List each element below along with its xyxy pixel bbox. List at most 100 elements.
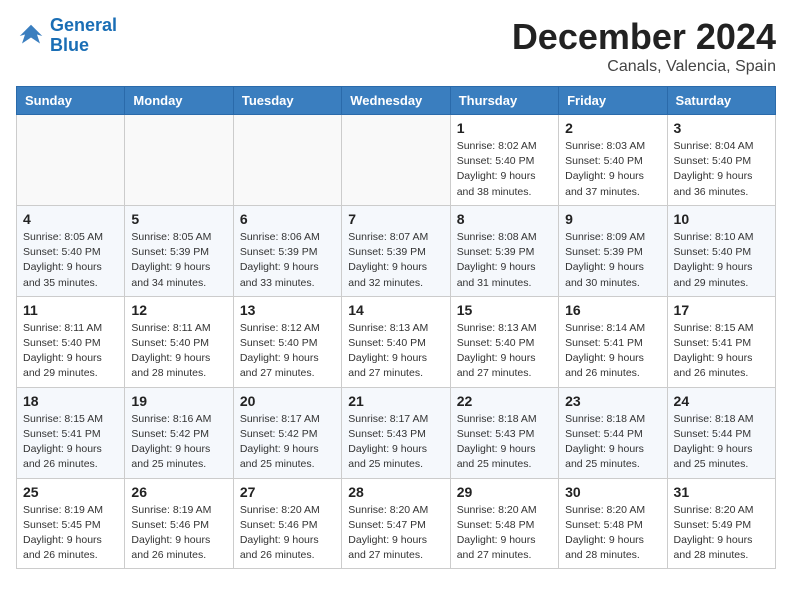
day-number: 27: [240, 484, 335, 500]
title-block: December 2024 Canals, Valencia, Spain: [512, 16, 776, 76]
day-cell-21: 21 Sunrise: 8:17 AM Sunset: 5:43 PM Dayl…: [342, 387, 450, 478]
day-number: 4: [23, 211, 118, 227]
header-wednesday: Wednesday: [342, 87, 450, 115]
day-info: Sunrise: 8:11 AM Sunset: 5:40 PM Dayligh…: [23, 321, 118, 382]
day-info: Sunrise: 8:10 AM Sunset: 5:40 PM Dayligh…: [674, 230, 769, 291]
day-cell-29: 29 Sunrise: 8:20 AM Sunset: 5:48 PM Dayl…: [450, 478, 558, 569]
month-title: December 2024: [512, 16, 776, 58]
day-cell-30: 30 Sunrise: 8:20 AM Sunset: 5:48 PM Dayl…: [559, 478, 667, 569]
day-info: Sunrise: 8:20 AM Sunset: 5:49 PM Dayligh…: [674, 503, 769, 564]
day-cell-20: 20 Sunrise: 8:17 AM Sunset: 5:42 PM Dayl…: [233, 387, 341, 478]
day-info: Sunrise: 8:11 AM Sunset: 5:40 PM Dayligh…: [131, 321, 226, 382]
day-cell-18: 18 Sunrise: 8:15 AM Sunset: 5:41 PM Dayl…: [17, 387, 125, 478]
day-cell-7: 7 Sunrise: 8:07 AM Sunset: 5:39 PM Dayli…: [342, 205, 450, 296]
day-number: 13: [240, 302, 335, 318]
day-cell-12: 12 Sunrise: 8:11 AM Sunset: 5:40 PM Dayl…: [125, 296, 233, 387]
day-info: Sunrise: 8:20 AM Sunset: 5:48 PM Dayligh…: [565, 503, 660, 564]
day-info: Sunrise: 8:18 AM Sunset: 5:43 PM Dayligh…: [457, 412, 552, 473]
day-info: Sunrise: 8:03 AM Sunset: 5:40 PM Dayligh…: [565, 139, 660, 200]
day-info: Sunrise: 8:18 AM Sunset: 5:44 PM Dayligh…: [565, 412, 660, 473]
day-info: Sunrise: 8:15 AM Sunset: 5:41 PM Dayligh…: [23, 412, 118, 473]
day-number: 25: [23, 484, 118, 500]
day-cell-26: 26 Sunrise: 8:19 AM Sunset: 5:46 PM Dayl…: [125, 478, 233, 569]
day-info: Sunrise: 8:17 AM Sunset: 5:42 PM Dayligh…: [240, 412, 335, 473]
day-cell-3: 3 Sunrise: 8:04 AM Sunset: 5:40 PM Dayli…: [667, 115, 775, 206]
day-cell-17: 17 Sunrise: 8:15 AM Sunset: 5:41 PM Dayl…: [667, 296, 775, 387]
day-cell-25: 25 Sunrise: 8:19 AM Sunset: 5:45 PM Dayl…: [17, 478, 125, 569]
empty-cell: [17, 115, 125, 206]
day-number: 8: [457, 211, 552, 227]
day-cell-2: 2 Sunrise: 8:03 AM Sunset: 5:40 PM Dayli…: [559, 115, 667, 206]
calendar-week-row: 11 Sunrise: 8:11 AM Sunset: 5:40 PM Dayl…: [17, 296, 776, 387]
day-info: Sunrise: 8:06 AM Sunset: 5:39 PM Dayligh…: [240, 230, 335, 291]
day-cell-11: 11 Sunrise: 8:11 AM Sunset: 5:40 PM Dayl…: [17, 296, 125, 387]
empty-cell: [125, 115, 233, 206]
logo-text: General Blue: [50, 16, 117, 56]
day-number: 15: [457, 302, 552, 318]
day-number: 14: [348, 302, 443, 318]
day-number: 30: [565, 484, 660, 500]
page-header: General Blue December 2024 Canals, Valen…: [16, 16, 776, 76]
day-cell-14: 14 Sunrise: 8:13 AM Sunset: 5:40 PM Dayl…: [342, 296, 450, 387]
day-cell-22: 22 Sunrise: 8:18 AM Sunset: 5:43 PM Dayl…: [450, 387, 558, 478]
day-number: 11: [23, 302, 118, 318]
day-info: Sunrise: 8:16 AM Sunset: 5:42 PM Dayligh…: [131, 412, 226, 473]
day-number: 9: [565, 211, 660, 227]
day-info: Sunrise: 8:12 AM Sunset: 5:40 PM Dayligh…: [240, 321, 335, 382]
day-info: Sunrise: 8:07 AM Sunset: 5:39 PM Dayligh…: [348, 230, 443, 291]
empty-cell: [342, 115, 450, 206]
day-number: 3: [674, 120, 769, 136]
day-info: Sunrise: 8:04 AM Sunset: 5:40 PM Dayligh…: [674, 139, 769, 200]
day-number: 31: [674, 484, 769, 500]
day-cell-27: 27 Sunrise: 8:20 AM Sunset: 5:46 PM Dayl…: [233, 478, 341, 569]
empty-cell: [233, 115, 341, 206]
day-info: Sunrise: 8:19 AM Sunset: 5:45 PM Dayligh…: [23, 503, 118, 564]
day-number: 16: [565, 302, 660, 318]
day-info: Sunrise: 8:20 AM Sunset: 5:46 PM Dayligh…: [240, 503, 335, 564]
calendar-header-row: Sunday Monday Tuesday Wednesday Thursday…: [17, 87, 776, 115]
day-number: 7: [348, 211, 443, 227]
calendar-week-row: 1 Sunrise: 8:02 AM Sunset: 5:40 PM Dayli…: [17, 115, 776, 206]
day-cell-4: 4 Sunrise: 8:05 AM Sunset: 5:40 PM Dayli…: [17, 205, 125, 296]
day-info: Sunrise: 8:05 AM Sunset: 5:40 PM Dayligh…: [23, 230, 118, 291]
day-number: 29: [457, 484, 552, 500]
day-info: Sunrise: 8:02 AM Sunset: 5:40 PM Dayligh…: [457, 139, 552, 200]
day-info: Sunrise: 8:13 AM Sunset: 5:40 PM Dayligh…: [457, 321, 552, 382]
calendar-week-row: 25 Sunrise: 8:19 AM Sunset: 5:45 PM Dayl…: [17, 478, 776, 569]
location: Canals, Valencia, Spain: [512, 58, 776, 76]
day-number: 26: [131, 484, 226, 500]
calendar-table: Sunday Monday Tuesday Wednesday Thursday…: [16, 86, 776, 569]
day-info: Sunrise: 8:15 AM Sunset: 5:41 PM Dayligh…: [674, 321, 769, 382]
day-info: Sunrise: 8:05 AM Sunset: 5:39 PM Dayligh…: [131, 230, 226, 291]
day-cell-19: 19 Sunrise: 8:16 AM Sunset: 5:42 PM Dayl…: [125, 387, 233, 478]
day-info: Sunrise: 8:09 AM Sunset: 5:39 PM Dayligh…: [565, 230, 660, 291]
day-cell-13: 13 Sunrise: 8:12 AM Sunset: 5:40 PM Dayl…: [233, 296, 341, 387]
day-info: Sunrise: 8:14 AM Sunset: 5:41 PM Dayligh…: [565, 321, 660, 382]
calendar-week-row: 4 Sunrise: 8:05 AM Sunset: 5:40 PM Dayli…: [17, 205, 776, 296]
day-info: Sunrise: 8:19 AM Sunset: 5:46 PM Dayligh…: [131, 503, 226, 564]
day-cell-10: 10 Sunrise: 8:10 AM Sunset: 5:40 PM Dayl…: [667, 205, 775, 296]
day-number: 28: [348, 484, 443, 500]
logo-icon: [16, 21, 46, 51]
logo: General Blue: [16, 16, 117, 56]
day-cell-1: 1 Sunrise: 8:02 AM Sunset: 5:40 PM Dayli…: [450, 115, 558, 206]
day-info: Sunrise: 8:13 AM Sunset: 5:40 PM Dayligh…: [348, 321, 443, 382]
day-number: 21: [348, 393, 443, 409]
day-cell-6: 6 Sunrise: 8:06 AM Sunset: 5:39 PM Dayli…: [233, 205, 341, 296]
header-thursday: Thursday: [450, 87, 558, 115]
day-number: 24: [674, 393, 769, 409]
day-cell-16: 16 Sunrise: 8:14 AM Sunset: 5:41 PM Dayl…: [559, 296, 667, 387]
day-cell-24: 24 Sunrise: 8:18 AM Sunset: 5:44 PM Dayl…: [667, 387, 775, 478]
day-cell-28: 28 Sunrise: 8:20 AM Sunset: 5:47 PM Dayl…: [342, 478, 450, 569]
day-number: 19: [131, 393, 226, 409]
day-info: Sunrise: 8:08 AM Sunset: 5:39 PM Dayligh…: [457, 230, 552, 291]
day-cell-5: 5 Sunrise: 8:05 AM Sunset: 5:39 PM Dayli…: [125, 205, 233, 296]
header-sunday: Sunday: [17, 87, 125, 115]
day-number: 1: [457, 120, 552, 136]
day-number: 10: [674, 211, 769, 227]
day-info: Sunrise: 8:20 AM Sunset: 5:47 PM Dayligh…: [348, 503, 443, 564]
day-number: 18: [23, 393, 118, 409]
day-number: 5: [131, 211, 226, 227]
day-info: Sunrise: 8:17 AM Sunset: 5:43 PM Dayligh…: [348, 412, 443, 473]
day-number: 12: [131, 302, 226, 318]
